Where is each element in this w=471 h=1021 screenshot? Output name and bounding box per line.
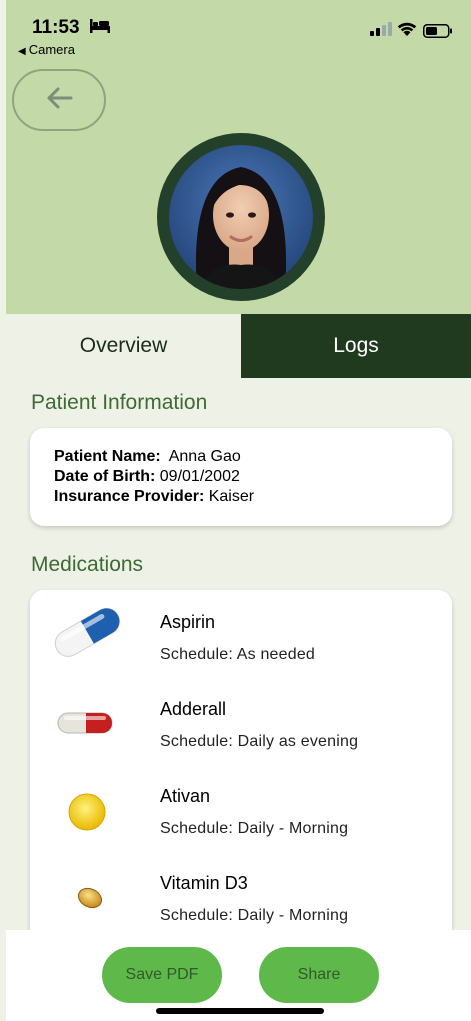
list-item[interactable]: Vitamin D3 Schedule: Daily - Morning — [30, 855, 452, 941]
sleep-focus-icon — [90, 19, 110, 33]
cellular-signal-icon — [370, 22, 392, 36]
status-bar: 11:53 ◀ Camera — [6, 0, 471, 60]
medications-card: Aspirin Schedule: As needed Adderall Sch… — [30, 590, 452, 950]
insurance-provider-value: Kaiser — [208, 488, 255, 505]
avatar — [169, 145, 313, 289]
medication-name: Vitamin D3 — [160, 873, 248, 893]
red-white-capsule-icon — [46, 687, 126, 751]
action-footer: Save PDF Share — [6, 930, 471, 1021]
back-triangle-icon: ◀ — [18, 46, 26, 57]
date-of-birth-label: Date of Birth: — [54, 468, 156, 485]
medication-schedule: Schedule: As needed — [160, 646, 316, 663]
save-pdf-button[interactable]: Save PDF — [102, 947, 222, 1003]
medication-schedule: Schedule: Daily as evening — [160, 733, 359, 750]
avatar-ring — [157, 133, 325, 301]
softgel-pill-icon — [46, 861, 126, 925]
arrow-left-icon — [45, 86, 73, 115]
battery-icon — [423, 24, 453, 38]
blue-white-capsule-icon — [46, 600, 126, 664]
insurance-provider-row: Insurance Provider: Kaiser — [54, 488, 254, 506]
medication-schedule: Schedule: Daily - Morning — [160, 907, 349, 924]
profile-header: 11:53 ◀ Camera — [6, 0, 471, 314]
insurance-provider-label: Insurance Provider: — [54, 488, 205, 505]
list-item[interactable]: Adderall Schedule: Daily as evening — [30, 681, 452, 767]
back-app-label: Camera — [28, 42, 75, 57]
patient-name-label: Patient Name: — [54, 448, 161, 465]
date-of-birth-row: Date of Birth: 09/01/2002 — [54, 468, 240, 486]
wifi-icon — [396, 20, 418, 37]
share-button[interactable]: Share — [259, 947, 379, 1003]
home-indicator[interactable] — [156, 1008, 324, 1014]
patient-name-row: Patient Name: Anna Gao — [54, 448, 241, 466]
app-screen: 11:53 ◀ Camera Overview Logs Patient Inf… — [6, 0, 471, 1021]
patient-info-card: Patient Name: Anna Gao Date of Birth: 09… — [30, 428, 452, 526]
medication-name: Aspirin — [160, 612, 216, 632]
medication-name: Ativan — [160, 786, 211, 806]
medication-schedule: Schedule: Daily - Morning — [160, 820, 349, 837]
patient-name-value: Anna Gao — [168, 448, 241, 465]
tab-bar: Overview Logs — [6, 314, 471, 378]
medications-title: Medications — [31, 553, 144, 576]
status-time: 11:53 — [32, 17, 80, 38]
yellow-round-pill-icon — [46, 774, 126, 838]
list-item[interactable]: Aspirin Schedule: As needed — [30, 594, 452, 680]
medication-name: Adderall — [160, 699, 227, 719]
back-button[interactable] — [12, 69, 106, 131]
back-to-camera-link[interactable]: ◀ Camera — [18, 42, 75, 57]
tab-logs[interactable]: Logs — [241, 314, 471, 378]
list-item[interactable]: Ativan Schedule: Daily - Morning — [30, 768, 452, 854]
patient-information-title: Patient Information — [31, 391, 208, 414]
date-of-birth-value: 09/01/2002 — [159, 468, 240, 485]
tab-overview[interactable]: Overview — [6, 314, 241, 378]
